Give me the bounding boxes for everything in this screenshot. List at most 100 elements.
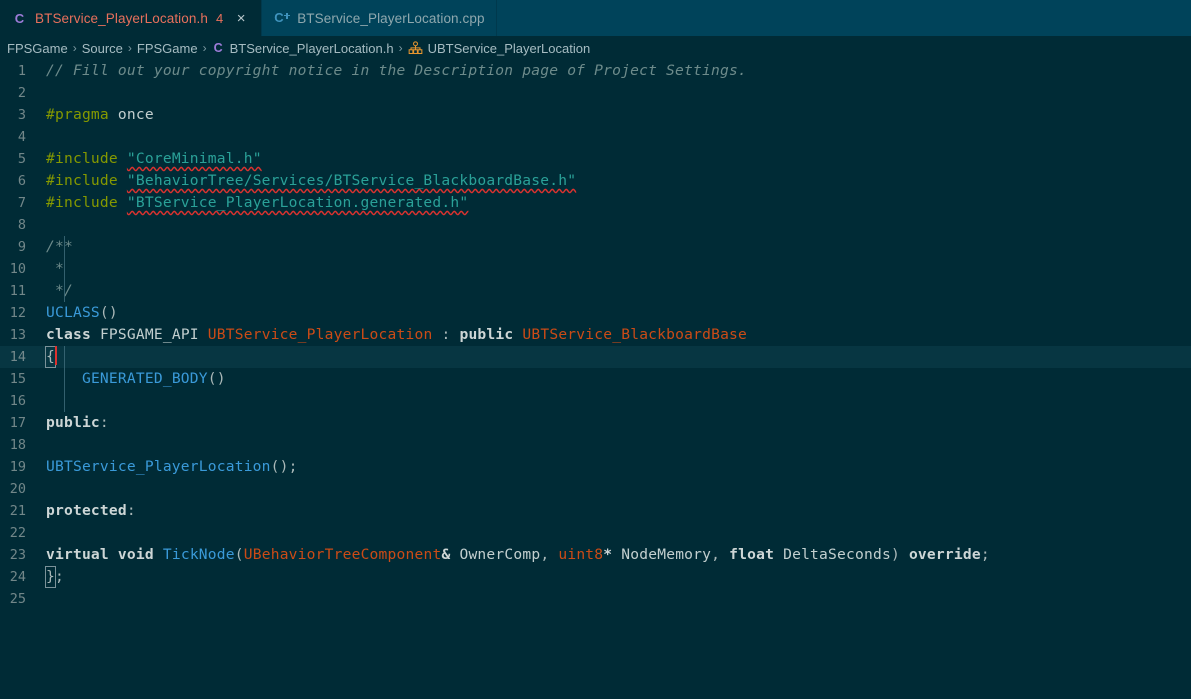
code-line[interactable]: 14 {: [0, 346, 1191, 368]
breadcrumb-item-file[interactable]: C BTService_PlayerLocation.h: [209, 41, 397, 56]
breadcrumb: FPSGame › Source › FPSGame › C BTService…: [0, 36, 1191, 60]
line-number: 12: [9, 305, 26, 321]
code-line[interactable]: 10 *: [0, 258, 1191, 280]
line-content: // Fill out your copyright notice in the…: [46, 60, 1191, 82]
breadcrumb-item-fpsgame-root[interactable]: FPSGame: [4, 41, 71, 56]
code-token: /**: [46, 238, 73, 255]
breadcrumb-label: FPSGame: [136, 40, 198, 56]
line-number: 20: [9, 481, 26, 497]
code-token: once: [117, 106, 154, 123]
code-token: // Fill out your copyright notice in the…: [46, 62, 747, 79]
code-token: float: [729, 546, 775, 563]
tab-btservice-playerlocation-h[interactable]: C BTService_PlayerLocation.h 4 ×: [0, 0, 263, 36]
code-token: (): [99, 304, 118, 321]
breadcrumb-separator-icon: ›: [398, 41, 403, 55]
cpp-source-file-icon: C: [273, 10, 291, 27]
line-content: [46, 478, 1191, 500]
line-number: 14: [9, 349, 26, 365]
code-lines: 1 // Fill out your copyright notice in th…: [0, 60, 1191, 610]
code-token: NodeMemory: [621, 546, 712, 563]
line-number: 6: [17, 173, 26, 189]
code-line[interactable]: 21 protected:: [0, 500, 1191, 522]
code-line[interactable]: 12 UCLASS(): [0, 302, 1191, 324]
code-token: */: [46, 282, 73, 299]
code-token: *: [46, 260, 64, 277]
breadcrumb-item-source[interactable]: Source: [79, 41, 126, 56]
code-line[interactable]: 6 #include "BehaviorTree/Services/BTServi…: [0, 170, 1191, 192]
code-token: public: [459, 326, 514, 343]
code-line[interactable]: 25: [0, 588, 1191, 610]
code-line[interactable]: 2: [0, 82, 1191, 104]
code-line[interactable]: 22: [0, 522, 1191, 544]
line-number: 15: [9, 371, 26, 387]
editor-tab-bar: C BTService_PlayerLocation.h 4 × C BTSer…: [0, 0, 1191, 36]
breadcrumb-label: Source: [81, 40, 123, 56]
code-line[interactable]: 7 #include "BTService_PlayerLocation.gene…: [0, 192, 1191, 214]
code-line[interactable]: 9 /**: [0, 236, 1191, 258]
line-number: 22: [9, 525, 26, 541]
code-token: UBTService_PlayerLocation: [46, 458, 271, 475]
code-token: protected: [46, 502, 127, 519]
line-number: 16: [9, 393, 26, 409]
code-line[interactable]: 5 #include "CoreMinimal.h": [0, 148, 1191, 170]
tab-error-badge: 4: [215, 10, 224, 26]
breadcrumb-label: UBTService_PlayerLocation: [427, 40, 591, 56]
code-token: override: [908, 546, 981, 563]
code-token: :: [126, 502, 136, 519]
vscode-window: C BTService_PlayerLocation.h 4 × C BTSer…: [0, 0, 1191, 699]
line-number: 10: [9, 261, 26, 277]
code-token: #include: [46, 194, 118, 211]
code-line[interactable]: 15 GENERATED_BODY(): [0, 368, 1191, 390]
breadcrumb-separator-icon: ›: [202, 41, 207, 55]
code-token: #pragma: [46, 106, 109, 123]
code-line[interactable]: 4: [0, 126, 1191, 148]
tab-close-icon[interactable]: ×: [232, 9, 250, 27]
line-content: #include "BTService_PlayerLocation.gener…: [46, 192, 1191, 214]
code-line[interactable]: 19 UBTService_PlayerLocation();: [0, 456, 1191, 478]
line-number: 11: [9, 283, 26, 299]
code-token: UBTService_BlackboardBase: [522, 326, 748, 343]
line-number: 8: [17, 217, 26, 233]
code-editor[interactable]: 1 // Fill out your copyright notice in th…: [0, 60, 1191, 699]
code-line[interactable]: 13 class FPSGAME_API UBTService_PlayerLoc…: [0, 324, 1191, 346]
code-line[interactable]: 17 public:: [0, 412, 1191, 434]
line-content: UCLASS(): [46, 302, 1191, 324]
code-token: ,: [540, 546, 550, 563]
line-content: UBTService_PlayerLocation();: [46, 456, 1191, 478]
line-content: [46, 522, 1191, 544]
breadcrumb-item-symbol[interactable]: UBTService_PlayerLocation: [405, 41, 594, 56]
code-token: class: [46, 326, 91, 343]
code-token: TickNode: [162, 546, 235, 563]
indent-guide: [64, 236, 65, 302]
code-token: public: [46, 414, 100, 431]
code-token: DeltaSeconds: [783, 546, 891, 563]
line-number: 2: [17, 85, 26, 101]
breadcrumb-item-fpsgame[interactable]: FPSGame: [134, 41, 201, 56]
code-line[interactable]: 18: [0, 434, 1191, 456]
tab-btservice-playerlocation-cpp[interactable]: C BTService_PlayerLocation.cpp: [262, 0, 497, 36]
code-line[interactable]: 20: [0, 478, 1191, 500]
code-line[interactable]: 8: [0, 214, 1191, 236]
code-line[interactable]: 16: [0, 390, 1191, 412]
code-line[interactable]: 23 virtual void TickNode(UBehaviorTreeCom…: [0, 544, 1191, 566]
code-token: :: [99, 414, 109, 431]
code-token: (: [234, 546, 244, 563]
code-token: ;: [55, 568, 64, 585]
code-token: UBTService_PlayerLocation: [207, 326, 433, 343]
code-line[interactable]: 24};: [0, 566, 1191, 588]
code-line[interactable]: 11 */: [0, 280, 1191, 302]
line-content: #pragma once: [46, 104, 1191, 126]
code-token: ,: [711, 546, 721, 563]
code-line[interactable]: 3 #pragma once: [0, 104, 1191, 126]
code-line[interactable]: 1 // Fill out your copyright notice in th…: [0, 60, 1191, 82]
class-symbol-icon: [408, 41, 422, 55]
code-token: GENERATED_BODY: [81, 370, 208, 387]
